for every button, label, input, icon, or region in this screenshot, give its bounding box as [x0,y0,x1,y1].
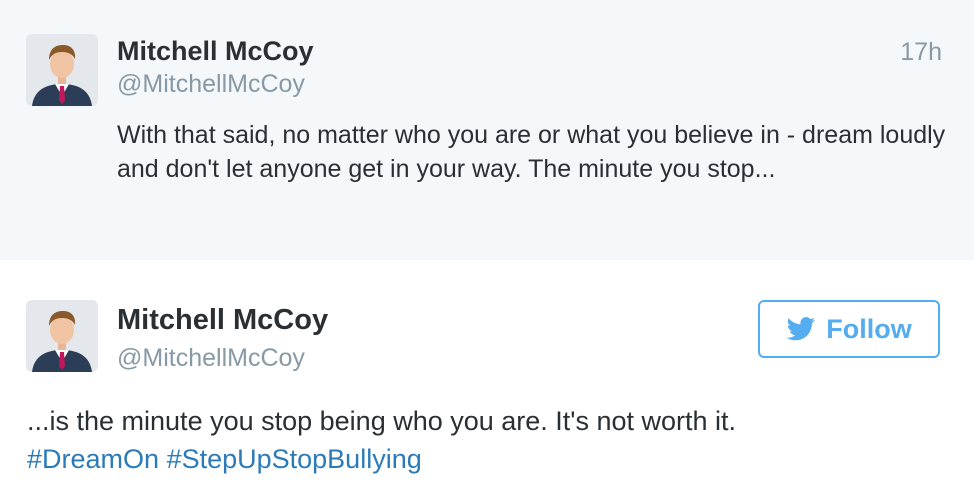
avatar-photo-icon [26,300,98,372]
hashtag-link[interactable]: #StepUpStopBullying [167,444,422,474]
avatar[interactable] [26,300,98,372]
avatar-photo-icon [26,34,98,106]
follow-label: Follow [826,313,912,344]
tweet-body: ...is the minute you stop being who you … [27,406,737,436]
follow-button[interactable]: Follow [758,300,940,358]
author-handle[interactable]: @MitchellMcCoy [117,344,305,373]
tweet-text: With that said, no matter who you are or… [117,121,946,183]
author-handle[interactable]: @MitchellMcCoy [117,70,305,99]
tweet-timestamp[interactable]: 17h [900,38,942,67]
hashtag-link[interactable]: #DreamOn [27,444,159,474]
twitter-bird-icon [786,317,816,341]
tweet-text: ...is the minute you stop being who you … [27,402,947,478]
author-name[interactable]: Mitchell McCoy [117,304,328,337]
author-name[interactable]: Mitchell McCoy [117,36,314,67]
main-tweet: Mitchell McCoy @MitchellMcCoy Follow ...… [0,260,974,490]
avatar[interactable] [26,34,98,106]
parent-tweet: Mitchell McCoy @MitchellMcCoy 17h With t… [0,0,974,260]
